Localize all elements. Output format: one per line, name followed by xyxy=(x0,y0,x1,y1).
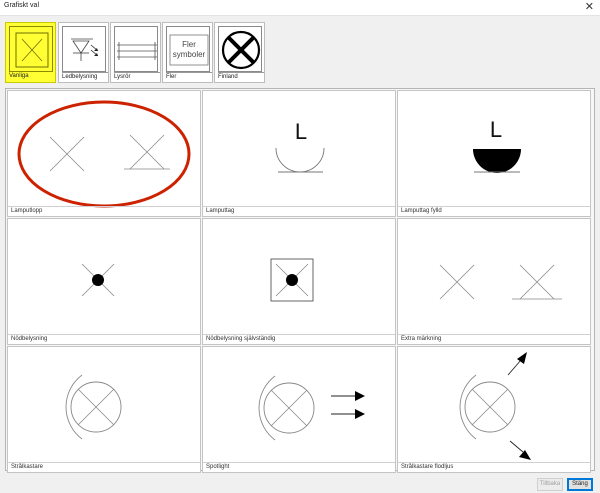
symbol-spotlight[interactable]: Spotlight xyxy=(202,346,396,473)
symbol-nodbelysning[interactable]: Nödbelysning xyxy=(7,218,201,345)
lamp-outlet-x-icon xyxy=(9,26,53,72)
emergency-lighting-standalone-icon xyxy=(270,258,314,302)
back-button[interactable]: Tillbaka xyxy=(537,478,563,491)
close-button[interactable]: Stäng xyxy=(567,478,593,491)
lamp-socket-icon: L xyxy=(275,119,325,173)
symbol-stralkastare[interactable]: Strålkastare xyxy=(7,346,201,473)
category-lysror[interactable]: Lysrör xyxy=(110,22,161,83)
category-ledbelysning[interactable]: Ledbelysning xyxy=(58,22,109,83)
symbol-nodbelysning-sjalvstandig[interactable]: Nödbelysning självständig xyxy=(202,218,396,345)
floodlight-arrows-icon xyxy=(459,352,531,460)
close-window-icon[interactable]: ✕ xyxy=(585,0,594,14)
more-symbols-text-1: Fler xyxy=(182,40,196,49)
category-label: Ledbelysning xyxy=(62,72,108,80)
more-symbols-text-2: symboler xyxy=(173,50,206,59)
symbol-label: Lamputtag xyxy=(203,206,395,216)
symbol-grid: Lamputlopp L Lamputtag L Lamputtag fylld… xyxy=(5,88,595,473)
symbol-label: Lamputtag fylld xyxy=(398,206,590,216)
symbol-label: Extra märkning xyxy=(398,334,590,344)
symbol-extra-markning[interactable]: Extra märkning xyxy=(397,218,591,345)
extra-marking-icon xyxy=(439,264,562,300)
symbol-lamputlopp[interactable]: Lamputlopp xyxy=(7,90,201,217)
category-label: Vanliga xyxy=(9,73,29,79)
more-symbols-icon: Fler symboler xyxy=(166,26,210,72)
category-label: Finland xyxy=(218,72,264,80)
category-label: Lysrör xyxy=(114,72,160,80)
led-lighting-icon xyxy=(62,26,106,72)
category-finland[interactable]: Finland xyxy=(214,22,265,83)
category-vanliga[interactable]: Vanliga xyxy=(5,22,56,83)
spotlight-icon xyxy=(258,375,365,441)
lamp-socket-filled-icon: L xyxy=(473,117,521,173)
window-title: Grafiskt val xyxy=(4,2,40,9)
finland-x-icon xyxy=(218,26,262,72)
symbol-label: Spotlight xyxy=(203,462,395,472)
title-bar: Grafiskt val ✕ xyxy=(0,0,600,16)
symbol-label: Lamputlopp xyxy=(8,206,200,216)
symbol-lamputtag[interactable]: L Lamputtag xyxy=(202,90,396,217)
category-fler[interactable]: Fler symboler Fler xyxy=(162,22,213,83)
symbol-label: Strålkastare flodljus xyxy=(398,462,590,472)
symbol-label: Nödbelysning självständig xyxy=(203,334,395,344)
category-label: Fler xyxy=(166,72,212,80)
spotlight-floodlight-icon xyxy=(65,374,122,440)
lamp-socket-glyph: L xyxy=(295,119,307,144)
symbol-lamputtag-fylld[interactable]: L Lamputtag fylld xyxy=(397,90,591,217)
emergency-lighting-icon xyxy=(81,263,115,297)
symbol-label: Nödbelysning xyxy=(8,334,200,344)
lamp-socket-filled-glyph: L xyxy=(490,117,502,142)
symbol-stralkastare-flodljus[interactable]: Strålkastare flodljus xyxy=(397,346,591,473)
highlight-ellipse xyxy=(17,100,191,208)
fluorescent-tube-icon xyxy=(114,26,158,72)
lamp-outlet-icon xyxy=(17,100,191,208)
symbol-label: Strålkastare xyxy=(8,462,200,472)
